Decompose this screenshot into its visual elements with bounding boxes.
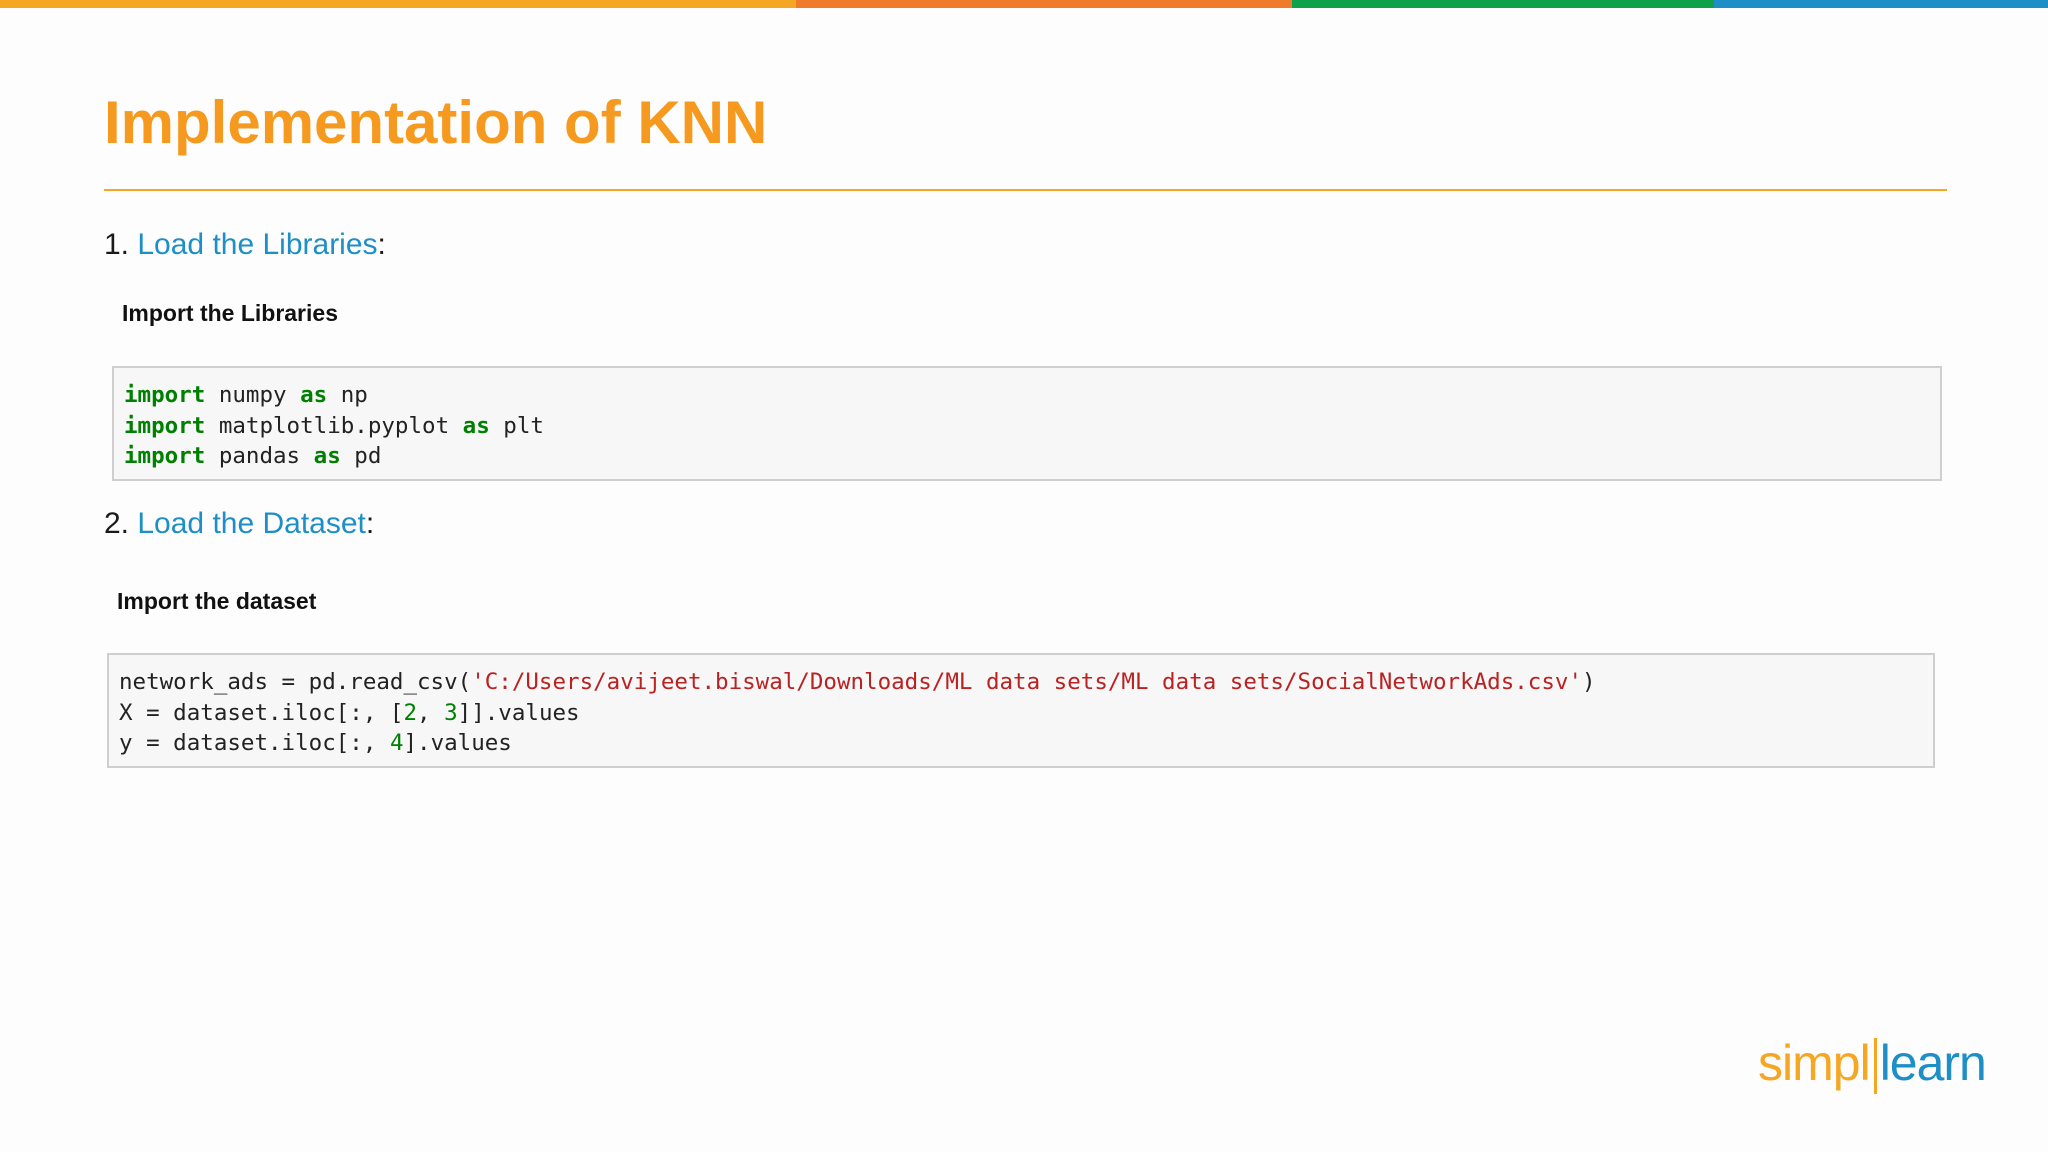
logo-part-learn: learn: [1879, 1035, 1987, 1091]
code-alias: plt: [489, 412, 544, 439]
code-line: X = dataset.iloc[:, [2, 3]].values: [119, 700, 580, 726]
top-bar-green: [1292, 0, 1714, 8]
code-number: 4: [389, 730, 404, 756]
code-text: ,: [417, 699, 445, 726]
code-keyword: import: [124, 382, 206, 408]
top-bar-dark-orange: [796, 0, 1292, 8]
step-1-colon: :: [377, 228, 386, 261]
code-keyword: as: [462, 412, 490, 439]
step-1-number: 1.: [104, 228, 130, 261]
code-alias: pd: [340, 443, 382, 469]
code-text: X = dataset.iloc[:, [: [119, 699, 404, 726]
code-string: 'C:/Users/avijeet.biswal/Downloads/ML da…: [471, 669, 1582, 695]
code-module: matplotlib.pyplot: [205, 412, 463, 439]
code-text: ): [1582, 669, 1596, 695]
code-text: y = dataset.iloc[:,: [119, 730, 390, 756]
code-keyword: as: [300, 382, 328, 408]
code-number: 2: [403, 699, 418, 726]
code-line: import pandas as pd: [124, 443, 381, 469]
import-libraries-subheading: Import the Libraries: [122, 300, 338, 326]
load-libraries-link[interactable]: Load the Libraries: [137, 228, 377, 261]
logo-part-simpl: simpl: [1758, 1035, 1871, 1091]
code-line: y = dataset.iloc[:, 4].values: [119, 730, 512, 756]
libraries-code: import numpy as np import matplotlib.pyp…: [124, 380, 544, 472]
load-dataset-link[interactable]: Load the Dataset: [137, 507, 366, 540]
code-alias: np: [327, 382, 368, 408]
step-2-colon: :: [365, 507, 375, 540]
dataset-code-cell[interactable]: network_ads = pd.read_csv('C:/Users/avij…: [107, 653, 1935, 768]
dataset-code: network_ads = pd.read_csv('C:/Users/avij…: [119, 667, 1596, 759]
code-line: network_ads = pd.read_csv('C:/Users/avij…: [119, 669, 1596, 695]
code-module: pandas: [205, 443, 314, 469]
step-2-number: 2.: [104, 507, 130, 540]
code-line: import matplotlib.pyplot as plt: [124, 413, 544, 439]
code-keyword: as: [313, 443, 341, 469]
code-text: ].values: [403, 730, 512, 756]
code-number: 3: [444, 699, 458, 726]
import-dataset-subheading: Import the dataset: [117, 588, 317, 614]
simplilearn-logo: simpl learn: [1758, 1034, 1988, 1104]
code-line: import numpy as np: [124, 382, 368, 408]
logo-separator: [1870, 1038, 1880, 1094]
code-keyword: import: [124, 443, 206, 469]
slide-title: Implementation of KNN: [104, 89, 768, 156]
title-divider: [104, 189, 1947, 191]
code-text: ]].values: [457, 699, 580, 726]
code-keyword: import: [124, 412, 206, 439]
top-color-bar: [0, 0, 2048, 8]
step-1-heading: 1. Load the Libraries:: [104, 228, 386, 262]
top-bar-orange: [0, 0, 796, 8]
code-text: network_ads = pd.read_csv(: [119, 669, 472, 695]
code-module: numpy: [205, 382, 301, 408]
libraries-code-cell[interactable]: import numpy as np import matplotlib.pyp…: [112, 366, 1942, 481]
step-2-heading: 2. Load the Dataset:: [104, 507, 374, 541]
top-bar-blue: [1714, 0, 2048, 8]
